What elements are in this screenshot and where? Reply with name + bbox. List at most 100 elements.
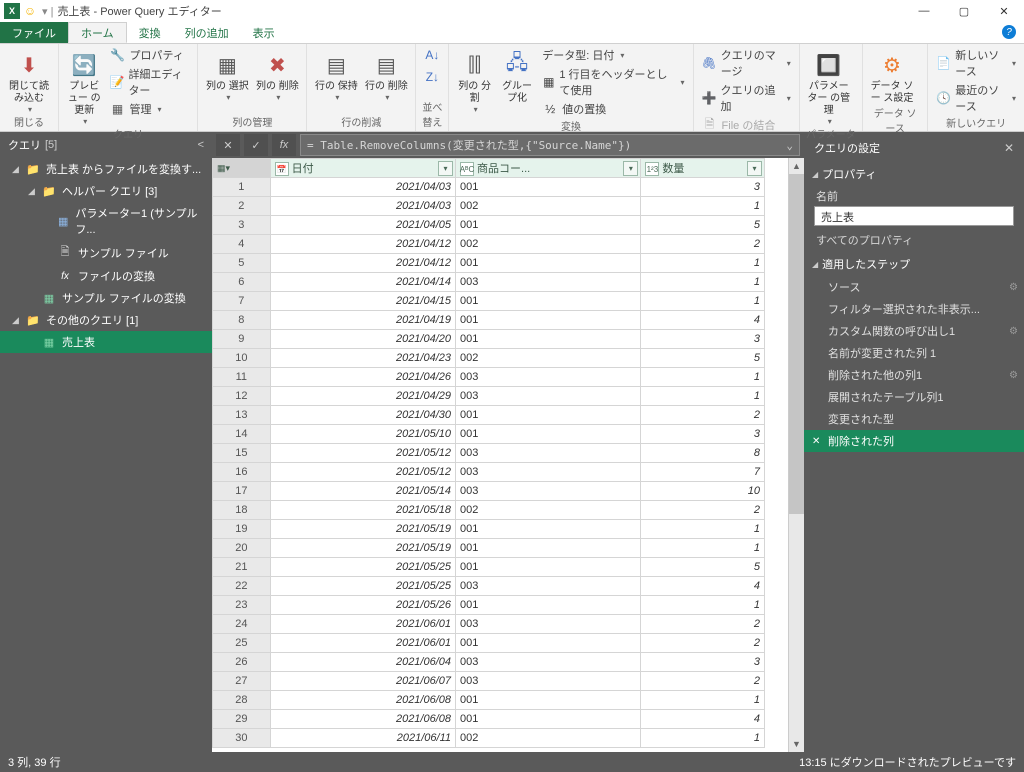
cell[interactable]: 1	[641, 520, 765, 539]
table-row[interactable]: 182021/05/180022	[213, 501, 765, 520]
cell[interactable]: 001	[456, 292, 641, 311]
formula-cancel-button[interactable]: ✕	[216, 134, 240, 156]
cell[interactable]: 4	[641, 311, 765, 330]
table-row[interactable]: 232021/05/260011	[213, 596, 765, 615]
row-number-cell[interactable]: 23	[213, 596, 271, 615]
cell[interactable]: 002	[456, 349, 641, 368]
data-source-settings-button[interactable]: ⚙ データ ソー ス設定	[869, 46, 915, 105]
close-button[interactable]: ✕	[984, 0, 1024, 22]
cell[interactable]: 001	[456, 634, 641, 653]
tab-view[interactable]: 表示	[241, 22, 287, 43]
query-tree-item[interactable]: ▦サンプル ファイルの変換	[0, 287, 212, 309]
column-filter-icon[interactable]: ▾	[623, 161, 638, 176]
column-filter-icon[interactable]: ▾	[438, 161, 453, 176]
cell[interactable]: 2	[641, 672, 765, 691]
query-tree-item[interactable]: ◢📁ヘルパー クエリ [3]	[0, 180, 212, 202]
minimize-button[interactable]: —	[904, 0, 944, 22]
use-first-row-button[interactable]: ▦1 行目をヘッダーとして使用	[540, 65, 686, 99]
table-row[interactable]: 302021/06/110021	[213, 729, 765, 748]
cell[interactable]: 2021/04/12	[270, 235, 455, 254]
query-tree-item[interactable]: ▦売上表	[0, 331, 212, 353]
cell[interactable]: 003	[456, 482, 641, 501]
close-and-load-button[interactable]: ⬇ 閉じて読 み込む	[6, 46, 52, 114]
query-tree-item[interactable]: fxファイルの変換	[0, 265, 212, 287]
table-row[interactable]: 132021/04/300012	[213, 406, 765, 425]
table-row[interactable]: 62021/04/140031	[213, 273, 765, 292]
cell[interactable]: 2021/05/14	[270, 482, 455, 501]
table-row[interactable]: 102021/04/230025	[213, 349, 765, 368]
cell[interactable]: 3	[641, 178, 765, 197]
cell[interactable]: 001	[456, 520, 641, 539]
column-filter-icon[interactable]: ▾	[747, 161, 762, 176]
cell[interactable]: 003	[456, 672, 641, 691]
scroll-thumb[interactable]	[789, 174, 804, 514]
remove-columns-button[interactable]: ✖ 列の 削除	[254, 46, 300, 102]
cell[interactable]: 2021/04/05	[270, 216, 455, 235]
cell[interactable]: 5	[641, 216, 765, 235]
table-row[interactable]: 172021/05/1400310	[213, 482, 765, 501]
table-row[interactable]: 212021/05/250015	[213, 558, 765, 577]
cell[interactable]: 2021/06/04	[270, 653, 455, 672]
properties-button[interactable]: 🔧プロパティ	[107, 46, 191, 64]
row-number-cell[interactable]: 1	[213, 178, 271, 197]
cell[interactable]: 002	[456, 197, 641, 216]
row-number-cell[interactable]: 3	[213, 216, 271, 235]
row-number-cell[interactable]: 15	[213, 444, 271, 463]
table-row[interactable]: 112021/04/260031	[213, 368, 765, 387]
cell[interactable]: 003	[456, 387, 641, 406]
row-number-cell[interactable]: 6	[213, 273, 271, 292]
cell[interactable]: 1	[641, 729, 765, 748]
cell[interactable]: 1	[641, 387, 765, 406]
row-number-cell[interactable]: 19	[213, 520, 271, 539]
table-row[interactable]: 282021/06/080011	[213, 691, 765, 710]
column-type-icon[interactable]: 1²3	[645, 162, 659, 176]
cell[interactable]: 1	[641, 254, 765, 273]
cell[interactable]: 4	[641, 577, 765, 596]
cell[interactable]: 001	[456, 311, 641, 330]
cell[interactable]: 2021/06/08	[270, 710, 455, 729]
cell[interactable]: 2021/05/18	[270, 501, 455, 520]
table-row[interactable]: 202021/05/190011	[213, 539, 765, 558]
cell[interactable]: 2	[641, 406, 765, 425]
applied-step[interactable]: 名前が変更された列 1	[804, 342, 1024, 364]
row-number-cell[interactable]: 16	[213, 463, 271, 482]
column-header[interactable]: 1²3数量▾	[641, 159, 765, 178]
column-header[interactable]: AᴮC商品コー...▾	[456, 159, 641, 178]
cell[interactable]: 2021/06/07	[270, 672, 455, 691]
row-number-cell[interactable]: 8	[213, 311, 271, 330]
sort-desc-button[interactable]: Z↓	[422, 68, 442, 86]
cell[interactable]: 2	[641, 501, 765, 520]
cell[interactable]: 3	[641, 653, 765, 672]
cell[interactable]: 003	[456, 444, 641, 463]
cell[interactable]: 2021/05/12	[270, 444, 455, 463]
split-column-button[interactable]: ⫿⫿ 列の 分割	[455, 46, 493, 114]
row-number-cell[interactable]: 18	[213, 501, 271, 520]
sort-asc-button[interactable]: A↓	[422, 46, 442, 64]
query-tree-item[interactable]: ◢📁売上表 からファイルを変換す...	[0, 158, 212, 180]
table-row[interactable]: 22021/04/030021	[213, 197, 765, 216]
cell[interactable]: 2	[641, 235, 765, 254]
applied-step[interactable]: 削除された他の列1⚙	[804, 364, 1024, 386]
query-tree-item[interactable]: ▦パラメーター1 (サンプル フ...	[0, 202, 212, 240]
query-tree-item[interactable]: 🗎サンプル ファイル	[0, 240, 212, 265]
cell[interactable]: 2021/05/10	[270, 425, 455, 444]
cell[interactable]: 8	[641, 444, 765, 463]
cell[interactable]: 001	[456, 539, 641, 558]
vertical-scrollbar[interactable]: ▲ ▼	[788, 158, 804, 752]
gear-icon[interactable]: ⚙	[1009, 282, 1018, 293]
cell[interactable]: 1	[641, 197, 765, 216]
table-row[interactable]: 242021/06/010032	[213, 615, 765, 634]
table-row[interactable]: 122021/04/290031	[213, 387, 765, 406]
applied-step[interactable]: 変更された型	[804, 408, 1024, 430]
table-row[interactable]: 72021/04/150011	[213, 292, 765, 311]
cell[interactable]: 1	[641, 691, 765, 710]
cell[interactable]: 1	[641, 596, 765, 615]
query-tree-item[interactable]: ◢📁その他のクエリ [1]	[0, 309, 212, 331]
cell[interactable]: 4	[641, 710, 765, 729]
table-row[interactable]: 162021/05/120037	[213, 463, 765, 482]
table-row[interactable]: 292021/06/080014	[213, 710, 765, 729]
row-number-cell[interactable]: 2	[213, 197, 271, 216]
applied-step[interactable]: 展開されたテーブル列1	[804, 386, 1024, 408]
cell[interactable]: 003	[456, 273, 641, 292]
table-row[interactable]: 82021/04/190014	[213, 311, 765, 330]
